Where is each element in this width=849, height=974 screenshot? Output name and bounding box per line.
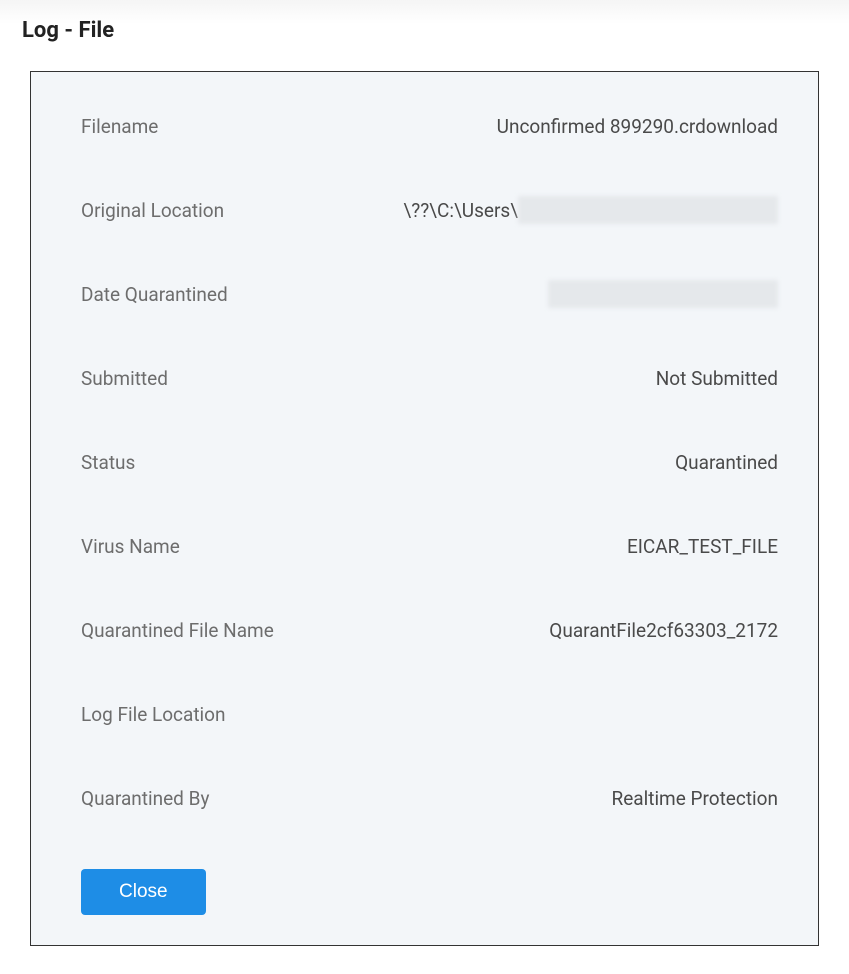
row-log-file-location: Log File Location bbox=[81, 700, 778, 728]
original-location-value-group: \??\C:\Users\ bbox=[224, 196, 778, 224]
row-filename: Filename Unconfirmed 899290.crdownload bbox=[81, 112, 778, 140]
status-value: Quarantined bbox=[135, 451, 778, 474]
status-label: Status bbox=[81, 451, 135, 474]
filename-value: Unconfirmed 899290.crdownload bbox=[158, 115, 778, 138]
date-quarantined-label: Date Quarantined bbox=[81, 283, 228, 306]
date-quarantined-redacted bbox=[548, 280, 778, 308]
row-quarantined-by: Quarantined By Realtime Protection bbox=[81, 784, 778, 812]
row-status: Status Quarantined bbox=[81, 448, 778, 476]
row-virus-name: Virus Name EICAR_TEST_FILE bbox=[81, 532, 778, 560]
quarantined-by-value: Realtime Protection bbox=[209, 787, 778, 810]
header-area: Log - File bbox=[0, 0, 849, 61]
virus-name-value: EICAR_TEST_FILE bbox=[180, 535, 778, 558]
page-title: Log - File bbox=[22, 18, 849, 43]
log-file-location-label: Log File Location bbox=[81, 703, 226, 726]
filename-label: Filename bbox=[81, 115, 158, 138]
row-original-location: Original Location \??\C:\Users\ bbox=[81, 196, 778, 224]
close-button[interactable]: Close bbox=[81, 869, 206, 915]
row-quarantined-file-name: Quarantined File Name QuarantFile2cf6330… bbox=[81, 616, 778, 644]
virus-name-label: Virus Name bbox=[81, 535, 180, 558]
submitted-label: Submitted bbox=[81, 367, 168, 390]
quarantined-file-name-label: Quarantined File Name bbox=[81, 619, 274, 642]
date-quarantined-value-group bbox=[228, 280, 778, 308]
log-file-panel: Filename Unconfirmed 899290.crdownload O… bbox=[30, 71, 819, 946]
submitted-value: Not Submitted bbox=[168, 367, 778, 390]
quarantined-file-name-value: QuarantFile2cf63303_2172 bbox=[274, 619, 778, 642]
original-location-value-prefix: \??\C:\Users\ bbox=[403, 199, 518, 222]
original-location-redacted bbox=[518, 196, 778, 224]
quarantined-by-label: Quarantined By bbox=[81, 787, 209, 810]
row-date-quarantined: Date Quarantined bbox=[81, 280, 778, 308]
row-submitted: Submitted Not Submitted bbox=[81, 364, 778, 392]
original-location-label: Original Location bbox=[81, 199, 224, 222]
